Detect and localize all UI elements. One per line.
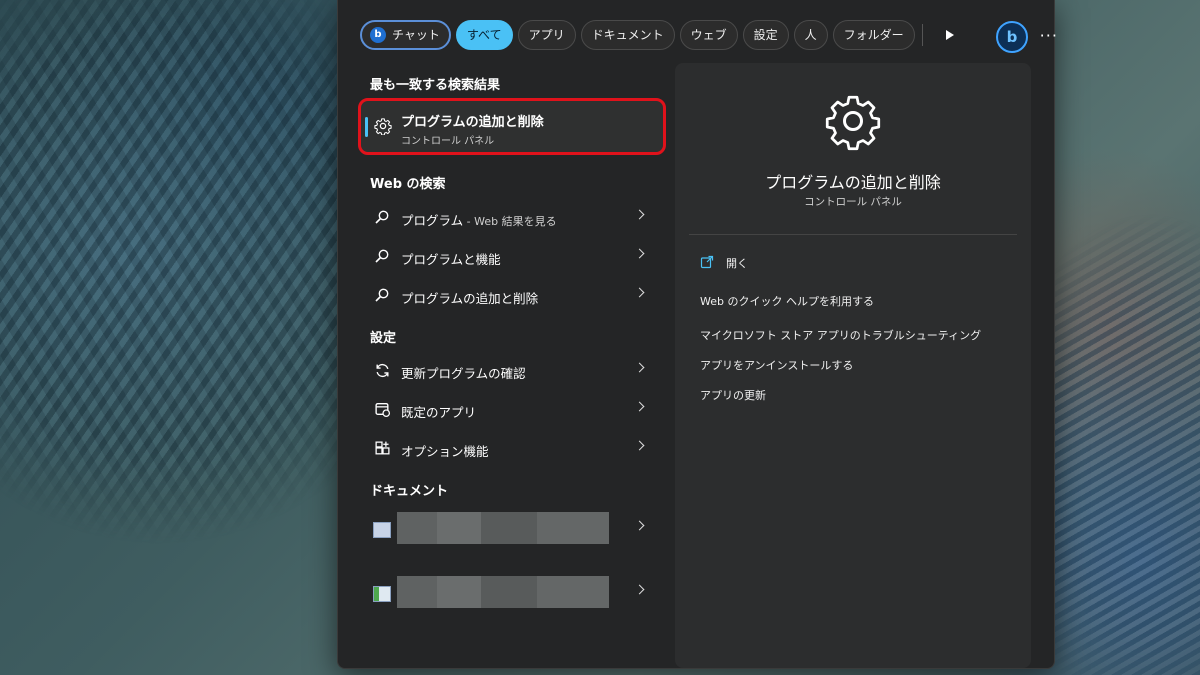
- search-icon: [375, 288, 389, 302]
- refresh-icon: [376, 363, 389, 378]
- tab-apps[interactable]: アプリ: [517, 20, 576, 50]
- document-item[interactable]: [361, 576, 663, 608]
- bing-chat-icon[interactable]: b: [996, 21, 1028, 53]
- filter-tabs: b チャット すべて アプリ ドキュメント ウェブ 設定 人 フォルダー A ·…: [360, 20, 1058, 50]
- preview-pane: プログラムの追加と削除 コントロール パネル 開く Web のクイック ヘルプを…: [675, 63, 1031, 668]
- settings-item-update[interactable]: 更新プログラムの確認: [361, 352, 663, 390]
- gear-icon: [825, 95, 881, 151]
- open-external-icon: [700, 255, 714, 269]
- chevron-right-icon: [634, 520, 645, 531]
- web-search-item[interactable]: プログラム - Web 結果を見る: [361, 199, 663, 237]
- preview-divider: [689, 234, 1017, 235]
- more-options-icon[interactable]: ···: [1040, 26, 1058, 45]
- store-troubleshoot-action[interactable]: マイクロソフト ストア アプリのトラブルシューティング: [700, 327, 981, 343]
- chevron-right-icon: [634, 401, 645, 412]
- tab-all[interactable]: すべて: [455, 20, 513, 50]
- chevron-right-icon: [634, 248, 645, 259]
- tab-folders-label: フォルダー: [843, 28, 904, 42]
- chevron-right-icon: [634, 440, 645, 451]
- web-search-heading: Web の検索: [370, 177, 446, 192]
- tab-separator: [921, 24, 923, 46]
- web-quick-help-action[interactable]: Web のクイック ヘルプを利用する: [700, 293, 874, 309]
- spreadsheet-icon: [373, 586, 391, 602]
- blurred-document-name: [397, 512, 609, 544]
- web-search-item[interactable]: プログラムの追加と削除: [361, 277, 663, 315]
- tab-people[interactable]: 人: [793, 20, 828, 50]
- search-icon: [375, 249, 389, 263]
- bing-icon: b: [370, 27, 386, 43]
- update-app-action[interactable]: アプリの更新: [700, 387, 766, 403]
- more-filters-play-icon[interactable]: [945, 30, 954, 40]
- tab-chat-label: チャット: [392, 28, 440, 42]
- web-search-item[interactable]: プログラムと機能: [361, 238, 663, 276]
- document-icon: [373, 522, 391, 538]
- default-apps-icon: [375, 402, 391, 418]
- best-match-heading: 最も一致する検索結果: [370, 78, 501, 93]
- search-icon: [375, 210, 389, 224]
- settings-item-default-apps[interactable]: 既定のアプリ: [361, 391, 663, 429]
- preview-title: プログラムの追加と削除: [765, 173, 941, 192]
- tab-folders[interactable]: フォルダー: [832, 20, 915, 50]
- documents-heading: ドキュメント: [370, 484, 449, 499]
- chevron-right-icon: [634, 362, 645, 373]
- tab-web[interactable]: ウェブ: [679, 20, 738, 50]
- web-search-label: プログラムの追加と削除: [401, 291, 539, 306]
- chevron-right-icon: [634, 584, 645, 595]
- chevron-right-icon: [634, 287, 645, 298]
- tab-apps-label: アプリ: [528, 28, 565, 42]
- web-search-label: プログラム - Web 結果を見る: [401, 210, 557, 229]
- tab-people-label: 人: [804, 28, 817, 42]
- optional-features-icon: [375, 441, 390, 455]
- tab-settings-label: 設定: [753, 28, 778, 42]
- tab-documents[interactable]: ドキュメント: [580, 20, 675, 50]
- settings-heading: 設定: [370, 331, 397, 346]
- tab-documents-label: ドキュメント: [591, 28, 664, 42]
- settings-item-label: 更新プログラムの確認: [401, 366, 526, 381]
- settings-item-label: 既定のアプリ: [401, 405, 477, 420]
- blurred-document-name: [397, 576, 609, 608]
- document-item[interactable]: [361, 512, 663, 544]
- web-search-label: プログラムと機能: [401, 252, 501, 267]
- preview-subtitle: コントロール パネル: [804, 196, 902, 208]
- tab-chat[interactable]: b チャット: [360, 20, 451, 50]
- web-search-suffix: - Web 結果を見る: [463, 215, 557, 228]
- red-highlight-frame: [358, 98, 666, 155]
- open-action[interactable]: 開く: [726, 255, 748, 271]
- settings-item-label: オプション機能: [401, 444, 489, 459]
- web-search-term: プログラム: [401, 213, 464, 228]
- search-panel: b チャット すべて アプリ ドキュメント ウェブ 設定 人 フォルダー A ·…: [337, 0, 1058, 669]
- tab-web-label: ウェブ: [690, 28, 727, 42]
- tab-settings[interactable]: 設定: [742, 20, 789, 50]
- uninstall-app-action[interactable]: アプリをアンインストールする: [700, 357, 853, 373]
- chevron-right-icon: [634, 209, 645, 220]
- settings-item-optional-features[interactable]: オプション機能: [361, 430, 663, 468]
- tab-all-label: すべて: [466, 28, 502, 42]
